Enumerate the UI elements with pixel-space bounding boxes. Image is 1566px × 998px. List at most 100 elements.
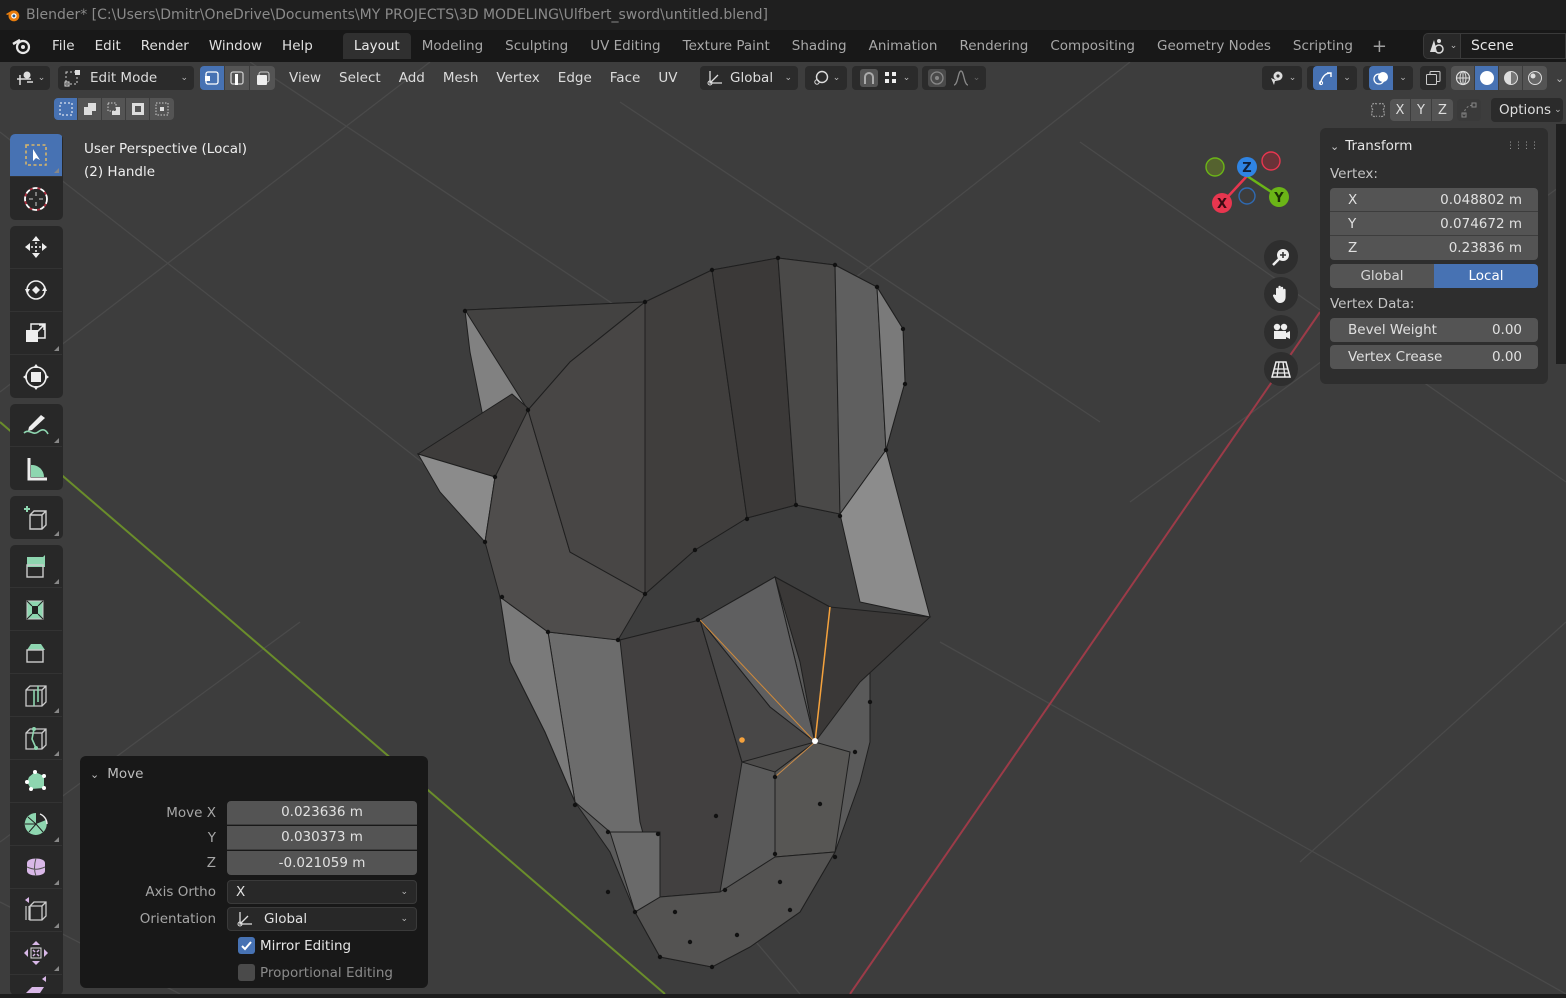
tool-annotate[interactable] [10, 404, 62, 447]
tool-shear[interactable] [10, 975, 62, 994]
vertex-crease-field[interactable]: Vertex Crease 0.00 [1330, 345, 1538, 369]
tool-edge-slide[interactable] [10, 889, 62, 932]
mode-dropdown[interactable]: Edit Mode ⌄ [58, 66, 194, 90]
shading-solid-button[interactable] [1475, 66, 1499, 90]
tool-smooth[interactable] [10, 846, 62, 889]
bevel-weight-field[interactable]: Bevel Weight 0.00 [1330, 318, 1538, 342]
select-invert-button[interactable] [126, 98, 150, 120]
topology-mirror-button[interactable] [1457, 99, 1481, 121]
tool-loop-cut[interactable] [10, 674, 62, 717]
tool-rotate[interactable] [10, 269, 62, 312]
mirror-y-button[interactable]: Y [1411, 99, 1432, 121]
face-select-mode-button[interactable] [250, 66, 275, 90]
chevron-down-icon[interactable]: ⌄ [1399, 73, 1407, 83]
checkbox-checked[interactable] [238, 937, 255, 954]
tool-spin[interactable] [10, 803, 62, 846]
mirror-z-button[interactable]: Z [1432, 99, 1453, 121]
checkbox-unchecked[interactable] [238, 964, 255, 981]
show-gizmo-button[interactable] [1313, 66, 1338, 90]
vertex-y-field[interactable]: Y 0.074672 m [1330, 212, 1538, 236]
tab-scripting[interactable]: Scripting [1282, 33, 1364, 59]
tab-animation[interactable]: Animation [858, 33, 949, 59]
tool-shrink-fatten[interactable] [10, 932, 62, 975]
tool-extrude-region[interactable] [10, 545, 62, 588]
move-y-field[interactable]: 0.030373 m [227, 825, 417, 850]
tab-geometry-nodes[interactable]: Geometry Nodes [1146, 33, 1282, 59]
add-workspace-button[interactable]: + [1364, 36, 1395, 57]
proportional-editing-icon[interactable] [927, 69, 946, 87]
select-intersect-button[interactable] [150, 98, 174, 120]
axis-ortho-dropdown[interactable]: X ⌄ [227, 879, 417, 904]
tab-shading[interactable]: Shading [781, 33, 858, 59]
vertex-select-mode-button[interactable] [200, 66, 225, 90]
tab-texture-paint[interactable]: Texture Paint [672, 33, 781, 59]
tool-knife[interactable] [10, 717, 62, 760]
options-dropdown[interactable]: Options ⌄ [1491, 98, 1563, 122]
menu-uv[interactable]: UV [649, 70, 686, 86]
mesh-handle[interactable] [416, 257, 932, 968]
transform-orientation-dropdown[interactable]: Global ⌄ [700, 66, 798, 90]
perspective-toggle-button[interactable] [1264, 352, 1298, 386]
move-panel-header[interactable]: ⌄ Move [90, 764, 418, 784]
tab-compositing[interactable]: Compositing [1039, 33, 1146, 59]
tool-transform[interactable] [10, 355, 62, 398]
tab-layout[interactable]: Layout [342, 33, 411, 59]
editor-type-button[interactable]: ⌄ [10, 66, 50, 90]
menu-vertex[interactable]: Vertex [487, 70, 548, 86]
falloff-curve-icon[interactable] [952, 69, 970, 87]
shading-wireframe-button[interactable] [1451, 66, 1475, 90]
menu-select[interactable]: Select [330, 70, 390, 86]
gizmo-neg-z[interactable] [1238, 187, 1256, 205]
camera-view-button[interactable] [1264, 315, 1298, 349]
menu-render[interactable]: Render [131, 38, 199, 54]
menu-edit[interactable]: Edit [85, 38, 131, 54]
visibility-dropdown[interactable]: ⌄ [1262, 66, 1302, 90]
gizmo-neg-x[interactable] [1261, 151, 1281, 171]
scene-name-field[interactable]: Scene [1461, 33, 1566, 59]
navigation-gizmo[interactable]: Z X Y [1200, 150, 1300, 240]
tool-move[interactable] [10, 226, 62, 269]
orientation-dropdown[interactable]: Global ⌄ [227, 906, 417, 931]
tool-cursor[interactable] [10, 177, 62, 220]
transform-panel-header[interactable]: ⌄ Transform ⋮⋮⋮⋮ [1330, 136, 1539, 156]
shading-material-button[interactable] [1499, 66, 1523, 90]
tool-bevel[interactable] [10, 631, 62, 674]
menu-add[interactable]: Add [390, 70, 434, 86]
shading-options-chevron[interactable]: ⌄ [1555, 72, 1564, 85]
tool-measure[interactable] [10, 447, 62, 490]
drag-handle-icon[interactable]: ⋮⋮⋮⋮ [1506, 141, 1539, 151]
show-overlays-button[interactable] [1369, 66, 1394, 90]
tab-rendering[interactable]: Rendering [948, 33, 1039, 59]
menu-view[interactable]: View [280, 70, 330, 86]
tool-inset-faces[interactable] [10, 588, 62, 631]
blender-menu-icon[interactable] [10, 35, 32, 57]
menu-file[interactable]: File [42, 38, 85, 54]
menu-mesh[interactable]: Mesh [434, 70, 488, 86]
proportional-editing-checkbox[interactable]: Proportional Editing [90, 959, 418, 986]
snap-increment-icon[interactable] [882, 69, 900, 87]
mirror-editing-checkbox[interactable]: Mirror Editing [90, 932, 418, 959]
tool-add-cube[interactable] [10, 496, 62, 539]
snap-magnet-icon[interactable] [859, 69, 878, 87]
gizmo-neg-y[interactable] [1205, 157, 1225, 177]
edge-select-mode-button[interactable] [225, 66, 250, 90]
shading-rendered-button[interactable] [1523, 66, 1547, 90]
move-x-field[interactable]: 0.023636 m [227, 800, 417, 825]
vertex-x-field[interactable]: X 0.048802 m [1330, 188, 1538, 212]
tool-select-box[interactable] [10, 134, 62, 177]
menu-help[interactable]: Help [272, 38, 323, 54]
select-new-button[interactable] [54, 98, 78, 120]
mirror-x-button[interactable]: X [1390, 99, 1411, 121]
global-space-button[interactable]: Global [1330, 264, 1434, 288]
selected-vertex[interactable] [812, 738, 818, 744]
menu-face[interactable]: Face [601, 70, 650, 86]
move-z-field[interactable]: -0.021059 m [227, 850, 417, 875]
chevron-down-icon[interactable]: ⌄ [1343, 73, 1351, 83]
select-subtract-button[interactable] [102, 98, 126, 120]
menu-window[interactable]: Window [199, 38, 272, 54]
tab-sculpting[interactable]: Sculpting [494, 33, 579, 59]
tool-scale[interactable] [10, 312, 62, 355]
3d-viewport[interactable]: ⌄ Edit Mode ⌄ View Select Add Mesh Verte… [0, 62, 1566, 994]
tab-uv-editing[interactable]: UV Editing [579, 33, 671, 59]
pivot-point-dropdown[interactable]: ⌄ [805, 66, 847, 90]
